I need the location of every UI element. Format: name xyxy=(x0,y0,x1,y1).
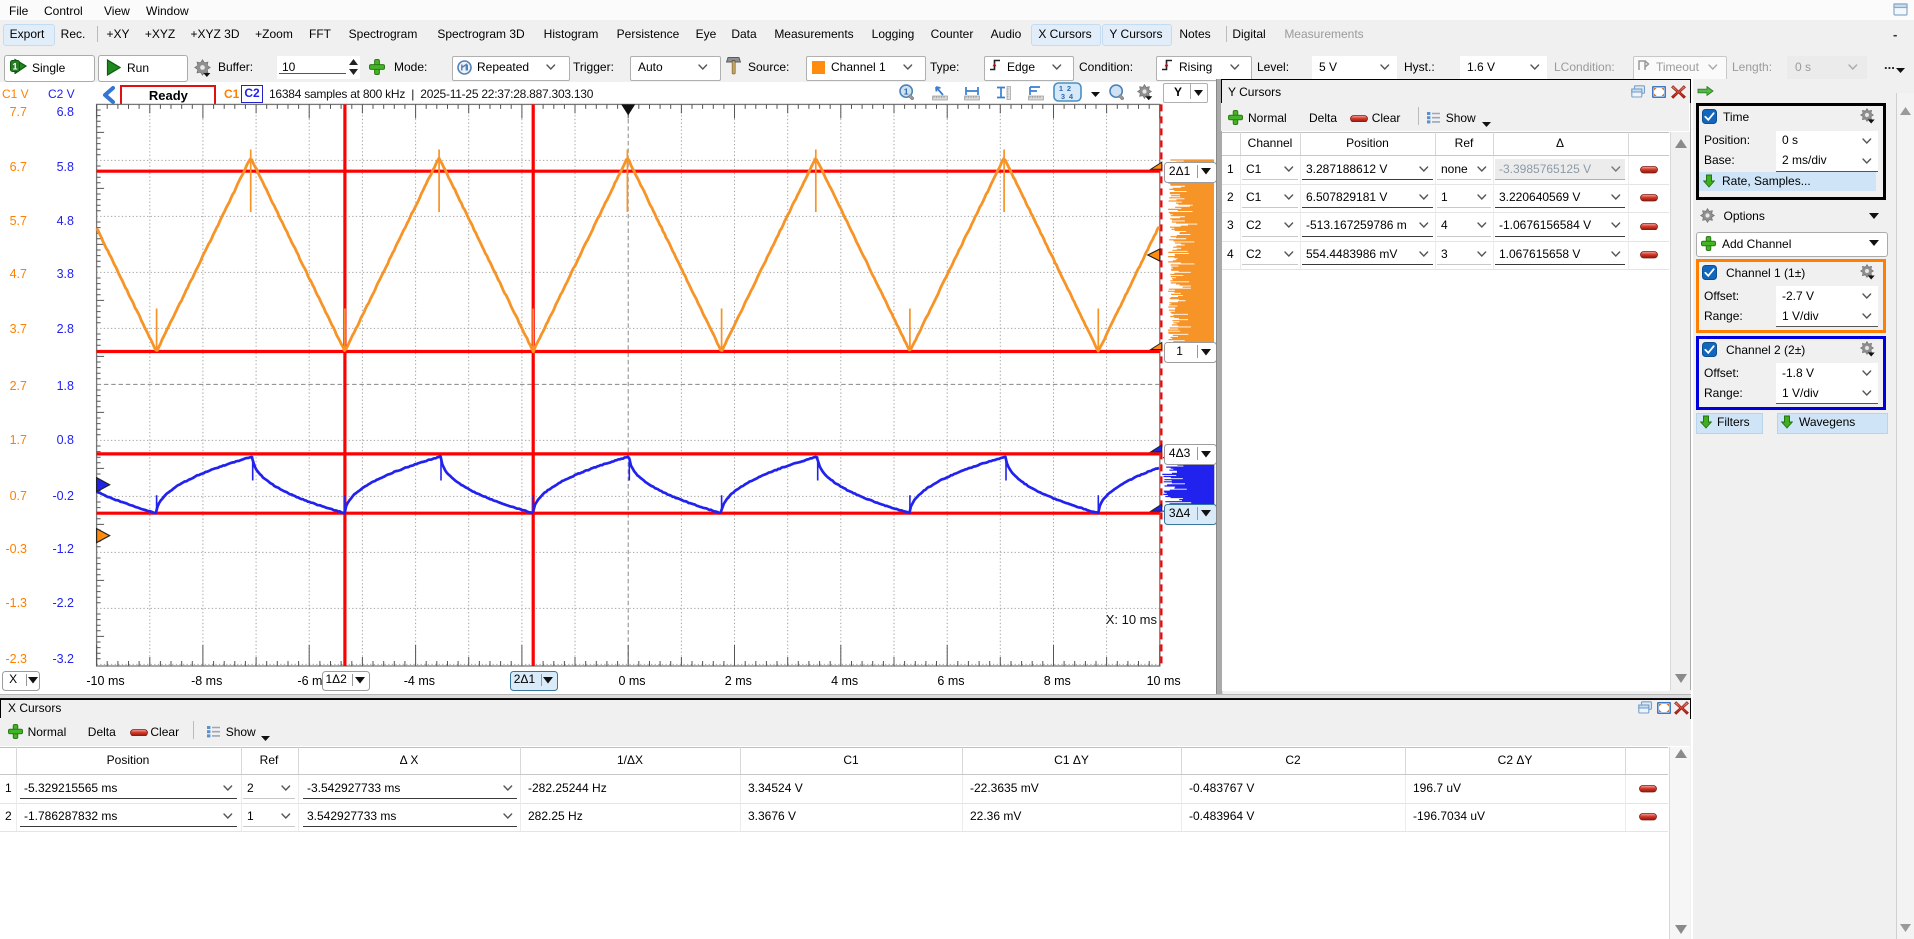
svg-text:X: 10 ms: X: 10 ms xyxy=(1106,612,1158,627)
svg-text:1: 1 xyxy=(12,62,17,72)
